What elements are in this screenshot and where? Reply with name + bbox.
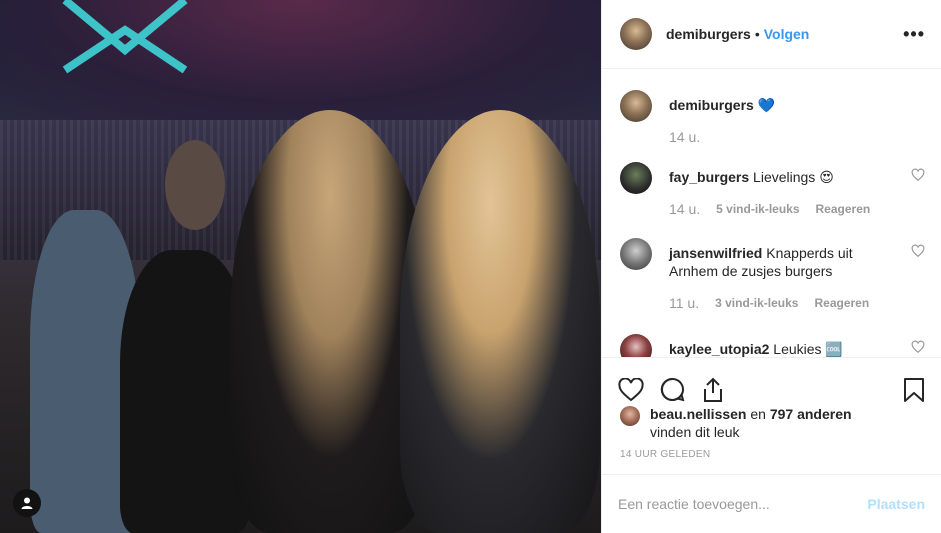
header-username[interactable]: demiburgers <box>666 26 751 42</box>
avatar[interactable] <box>620 18 652 50</box>
post-comment-button[interactable]: Plaatsen <box>867 496 925 512</box>
likes-suffix: vinden dit leuk <box>650 424 740 440</box>
add-comment-bar: Plaatsen <box>602 474 941 533</box>
comment-time: 11 u. <box>669 295 700 311</box>
bookmark-icon[interactable] <box>903 377 925 403</box>
caption-time: 14 u. <box>669 129 701 145</box>
photo-person-right <box>400 110 600 533</box>
heart-icon[interactable] <box>911 244 925 258</box>
comment-username[interactable]: fay_burgers <box>669 169 749 185</box>
post-header: demiburgers • Volgen ••• <box>602 0 941 69</box>
post-photo[interactable] <box>0 0 601 533</box>
avatar[interactable] <box>620 90 652 122</box>
likes-connector: en <box>746 406 770 422</box>
comment-input[interactable] <box>618 496 868 512</box>
user-tag-icon[interactable] <box>13 489 41 517</box>
comment-meta: 11 u. 3 vind-ik-leuks Reageren <box>669 294 903 312</box>
comments-list[interactable]: demiburgers 💙 14 u. fay_burgers Lievelin… <box>602 70 941 357</box>
background-person <box>165 140 225 230</box>
list-item: jansenwilfried Knapperds uit Arnhem de z… <box>620 238 925 312</box>
person-icon <box>21 497 33 509</box>
separator-dot: • <box>754 26 760 42</box>
avatar[interactable] <box>620 238 652 270</box>
avatar[interactable] <box>620 162 652 194</box>
post-timestamp[interactable]: 14 UUR GELEDEN <box>620 449 710 460</box>
avatar[interactable] <box>620 406 640 426</box>
follow-button[interactable]: Volgen <box>764 26 810 42</box>
more-options-icon[interactable]: ••• <box>903 24 925 45</box>
share-icon[interactable] <box>701 377 725 403</box>
reply-button[interactable]: Reageren <box>816 200 871 218</box>
list-item: fay_burgers Lievelings 😍 14 u. 5 vind-ik… <box>620 162 925 218</box>
comment-meta: 14 u. 5 vind-ik-leuks Reageren <box>669 200 903 218</box>
heart-icon[interactable] <box>911 340 925 354</box>
caption-text: 💙 <box>757 97 776 113</box>
comment-likes[interactable]: 5 vind-ik-leuks <box>716 200 799 218</box>
likes-summary: beau.nellissen en 797 anderen vinden dit… <box>620 405 920 441</box>
heart-icon[interactable] <box>911 168 925 182</box>
comment-time: 14 u. <box>669 201 701 217</box>
action-bar <box>602 357 941 407</box>
caption-meta: 14 u. <box>669 128 903 146</box>
caption: demiburgers 💙 14 u. <box>620 90 925 146</box>
caption-username[interactable]: demiburgers <box>669 97 754 113</box>
comment-icon[interactable] <box>660 377 685 402</box>
comment-text: Lievelings 😍 <box>753 169 834 185</box>
liker-username[interactable]: beau.nellissen <box>650 406 746 422</box>
likes-count[interactable]: 797 anderen <box>770 406 852 422</box>
comment-username[interactable]: kaylee_utopia2 <box>669 341 769 357</box>
stage-x-light <box>62 0 188 74</box>
avatar[interactable] <box>620 334 652 357</box>
like-heart-icon[interactable] <box>618 377 644 402</box>
comment-text: Leukies 🆒 <box>773 341 843 357</box>
list-item: kaylee_utopia2 Leukies 🆒 <box>620 334 925 357</box>
comment-username[interactable]: jansenwilfried <box>669 245 762 261</box>
comment-likes[interactable]: 3 vind-ik-leuks <box>715 294 798 312</box>
post-side-panel: demiburgers • Volgen ••• demiburgers 💙 1… <box>601 0 941 533</box>
reply-button[interactable]: Reageren <box>814 294 869 312</box>
